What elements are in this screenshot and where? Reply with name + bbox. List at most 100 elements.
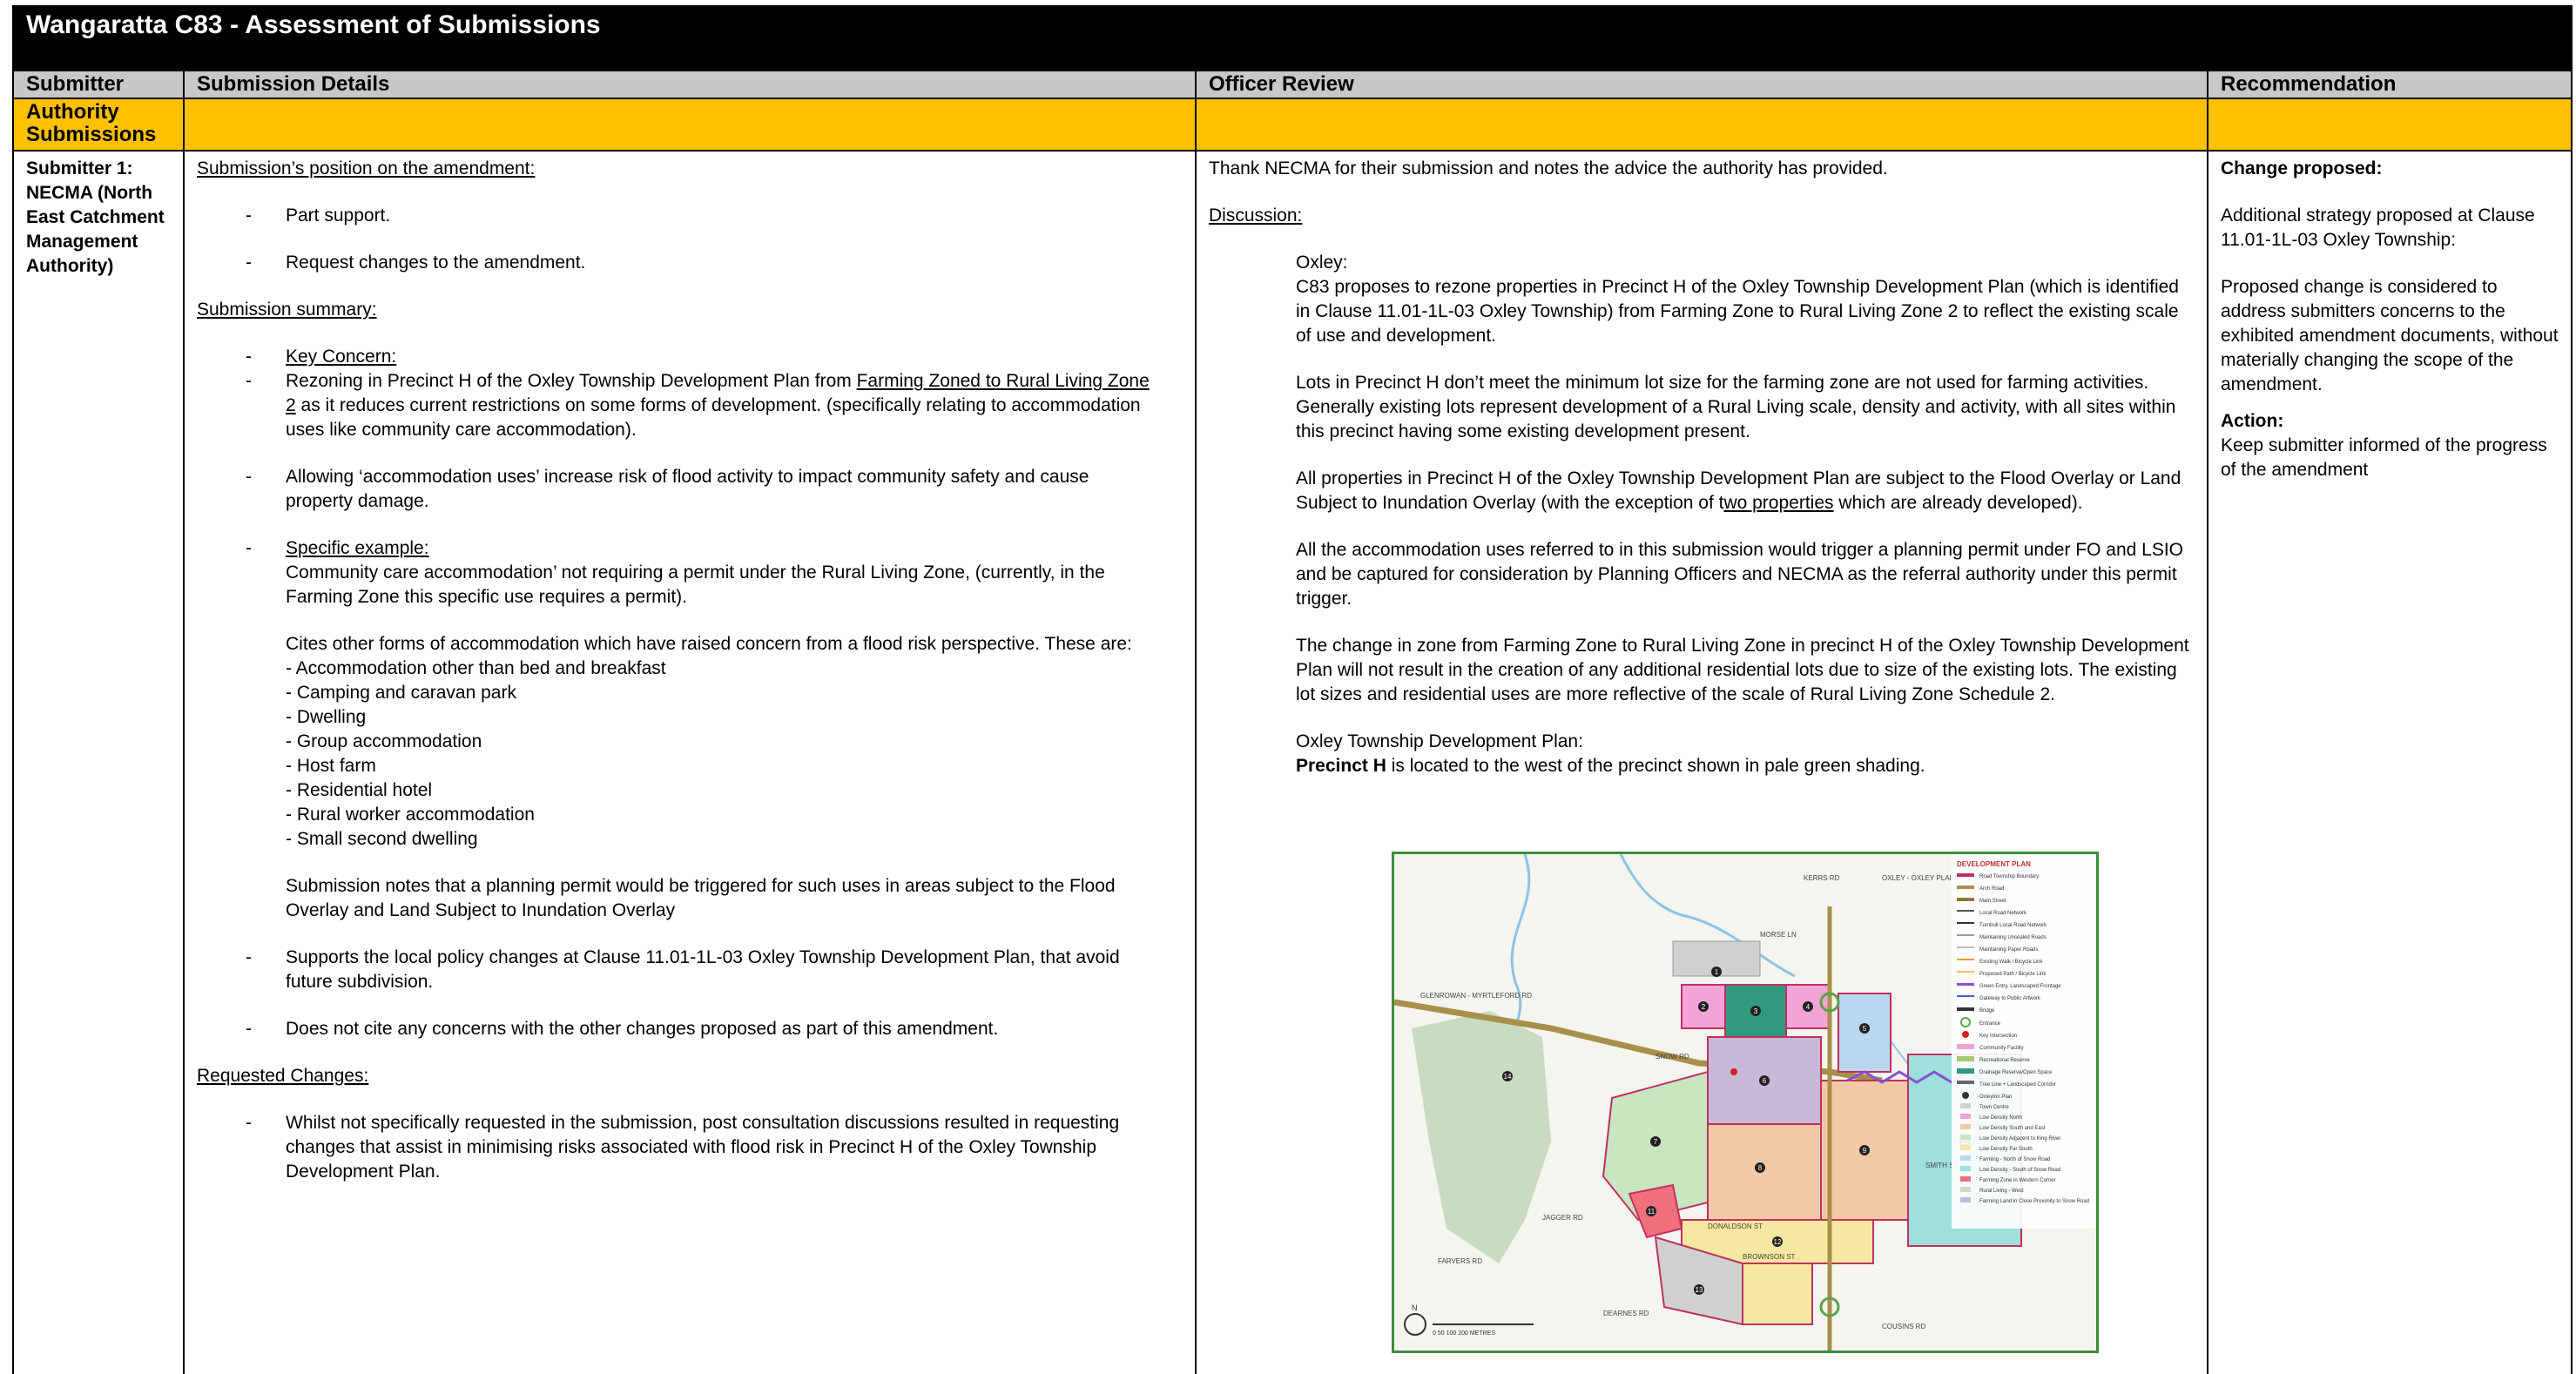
road-label: FARVERS RD <box>1438 1257 1482 1265</box>
legend-item: Farming - North of Snow Road <box>1979 1157 2050 1162</box>
title-bar: Wangaratta C83 - Assessment of Submissio… <box>12 5 2573 71</box>
legend-item: Proposed Path / Bicycle Link <box>1979 972 2047 977</box>
summary-list: Key Concern: Rezoning in Precinct H of t… <box>197 345 1195 1041</box>
legend-item: Main Street <box>1979 899 2006 904</box>
marker-label: 13 <box>1696 1286 1703 1294</box>
legend-item: Bridge <box>1979 1008 1995 1014</box>
two-properties-link: wo properties <box>1723 493 1834 513</box>
legend-item: Arch Road <box>1979 886 2004 892</box>
position-item: Request changes to the amendment. <box>246 251 1195 275</box>
header-recommendation: Recommendation <box>2208 71 2573 98</box>
use-item: - Rural worker accommodation <box>286 805 535 825</box>
road-label: KERRS RD <box>1804 874 1840 882</box>
change-heading: Change proposed: <box>2221 158 2383 178</box>
category-fill-review <box>1197 98 2208 150</box>
use-item: - Host farm <box>286 756 376 776</box>
lots-text: Lots in Precinct H don’t meet the minimu… <box>1296 373 2176 441</box>
marker-label: 8 <box>1758 1164 1763 1172</box>
marker-label: 12 <box>1774 1238 1782 1246</box>
marker-label: 11 <box>1648 1208 1656 1216</box>
permit-notes: Submission notes that a planning permit … <box>286 876 1116 920</box>
specific-example-item: Specific example: Community care accommo… <box>246 536 1160 923</box>
marker-label: 7 <box>1654 1138 1658 1146</box>
marker-label: 14 <box>1504 1073 1512 1081</box>
position-list: Part support. Request changes to the ame… <box>197 204 1195 275</box>
page-title: Wangaratta C83 - Assessment of Submissio… <box>26 10 601 39</box>
legend-item: Oxleyton Plan <box>1979 1094 2012 1100</box>
road-label: MORSE LN <box>1760 931 1797 939</box>
submitter-cell: Submitter 1: NECMA (North East Catchment… <box>12 150 185 1374</box>
specific-example-label: Specific example: <box>286 538 429 558</box>
legend-item: Farming Land in Close Proximity to Snow … <box>1979 1199 2089 1204</box>
considered-text: Proposed change is considered to address… <box>2221 277 2559 394</box>
allowing-item: Allowing ‘accommodation uses’ increase r… <box>246 465 1160 514</box>
legend-item: Gateway to Public Artwork <box>1979 996 2041 1001</box>
requested-item: Whilst not specifically requested in the… <box>246 1111 1160 1184</box>
road-label: BROWNSON ST <box>1743 1253 1796 1261</box>
use-item: - Camping and caravan park <box>286 683 516 703</box>
legend-item: Low Density - South of Snow Road <box>1979 1168 2060 1173</box>
legend-item: Existing Walk / Bicycle Link <box>1979 960 2043 965</box>
legend-item: Town Centre <box>1979 1105 2009 1110</box>
action-heading: Action: <box>2221 411 2284 431</box>
position-item: Part support. <box>246 204 1195 228</box>
overlay-text: All properties in Precinct H of the Oxle… <box>1296 468 2182 513</box>
action-text: Keep submitter informed of the progress … <box>2221 435 2547 480</box>
cites-text: Cites other forms of accommodation which… <box>286 634 1132 654</box>
legend-item: Maintaining Unsealed Roads <box>1979 935 2047 940</box>
road-label: SNOW RD <box>1656 1053 1689 1061</box>
legend-item: Maintaining Paper Roads <box>1979 947 2038 953</box>
use-item: - Group accommodation <box>286 731 482 751</box>
map-svg: 1 2 3 4 5 6 7 8 9 10 11 12 13 14 MORSE L… <box>1394 854 2096 1350</box>
header-submitter: Submitter <box>12 71 185 98</box>
category-cell: Authority Submissions <box>12 98 185 150</box>
submitter-name: Submitter 1: NECMA (North East Catchment… <box>26 158 165 276</box>
legend-item: Rural Living - West <box>1979 1189 2024 1194</box>
road-label: GLENROWAN - MYRTLEFORD RD <box>1420 992 1532 1000</box>
use-item: - Dwelling <box>286 707 367 727</box>
marker-label: 9 <box>1863 1147 1867 1155</box>
key-intersection-icon <box>1730 1068 1737 1075</box>
no-concerns-item: Does not cite any concerns with the othe… <box>246 1017 1160 1041</box>
header-officer-review: Officer Review <box>1197 71 2208 98</box>
use-item: - Residential hotel <box>286 780 433 800</box>
oxley-development-plan-map: 1 2 3 4 5 6 7 8 9 10 11 12 13 14 MORSE L… <box>1392 852 2099 1353</box>
permit-text: All the accommodation uses referred to i… <box>1296 540 2184 609</box>
oxley-text: C83 proposes to rezone properties in Pre… <box>1296 277 2179 346</box>
category-label: Authority Submissions <box>26 100 157 146</box>
map-legend: DEVELOPMENT PLAN Road Township Boundary … <box>1952 854 2096 1229</box>
road-label: JAGGER RD <box>1542 1214 1583 1222</box>
legend-item: Key Intersection <box>1979 1034 2017 1039</box>
category-fill-details <box>185 98 1197 150</box>
use-item: - Small second dwelling <box>286 829 478 849</box>
plan-label: Oxley Township Development Plan: <box>1296 731 1583 751</box>
scale-label: 0 50 100 200 METRES <box>1433 1330 1495 1337</box>
legend-item: Low Density Adjacent to King River <box>1979 1136 2060 1142</box>
marker-label: 1 <box>1715 968 1719 976</box>
legend-item: Community Facility <box>1979 1046 2024 1051</box>
marker-label: 4 <box>1806 1003 1811 1011</box>
summary-heading: Submission summary: <box>197 300 377 320</box>
road-label: DONALDSON ST <box>1708 1222 1763 1230</box>
north-label: N <box>1412 1303 1418 1312</box>
supports-item: Supports the local policy changes at Cla… <box>246 946 1160 994</box>
zone-residential <box>1707 1123 1822 1221</box>
legend-item: Recreational Reserve <box>1979 1058 2030 1063</box>
review-intro: Thank NECMA for their submission and not… <box>1209 158 1888 178</box>
zone-text: The change in zone from Farming Zone to … <box>1296 636 2189 704</box>
marker-label: 5 <box>1863 1025 1867 1033</box>
category-fill-recommendation <box>2208 98 2573 150</box>
precinct-text: Precinct H is located to the west of the… <box>1296 756 1925 776</box>
marker-label: 2 <box>1702 1003 1706 1011</box>
specific-example-text: Community care accommodation’ not requir… <box>286 562 1105 607</box>
key-concern-item: Rezoning in Precinct H of the Oxley Town… <box>246 369 1160 442</box>
legend-title: DEVELOPMENT PLAN <box>1957 860 2031 868</box>
key-concern-label: Key Concern: <box>246 345 1160 369</box>
requested-heading: Requested Changes: <box>197 1066 369 1086</box>
road-label: DEARNES RD <box>1603 1310 1649 1317</box>
legend-item: Tree Line + Landscaped Corridor <box>1979 1082 2056 1088</box>
legend-item: Drainage Reserve/Open Space <box>1979 1070 2053 1075</box>
use-item: - Accommodation other than bed and break… <box>286 658 666 678</box>
discussion-heading: Discussion: <box>1209 205 1303 226</box>
marker-label: 6 <box>1763 1077 1767 1085</box>
